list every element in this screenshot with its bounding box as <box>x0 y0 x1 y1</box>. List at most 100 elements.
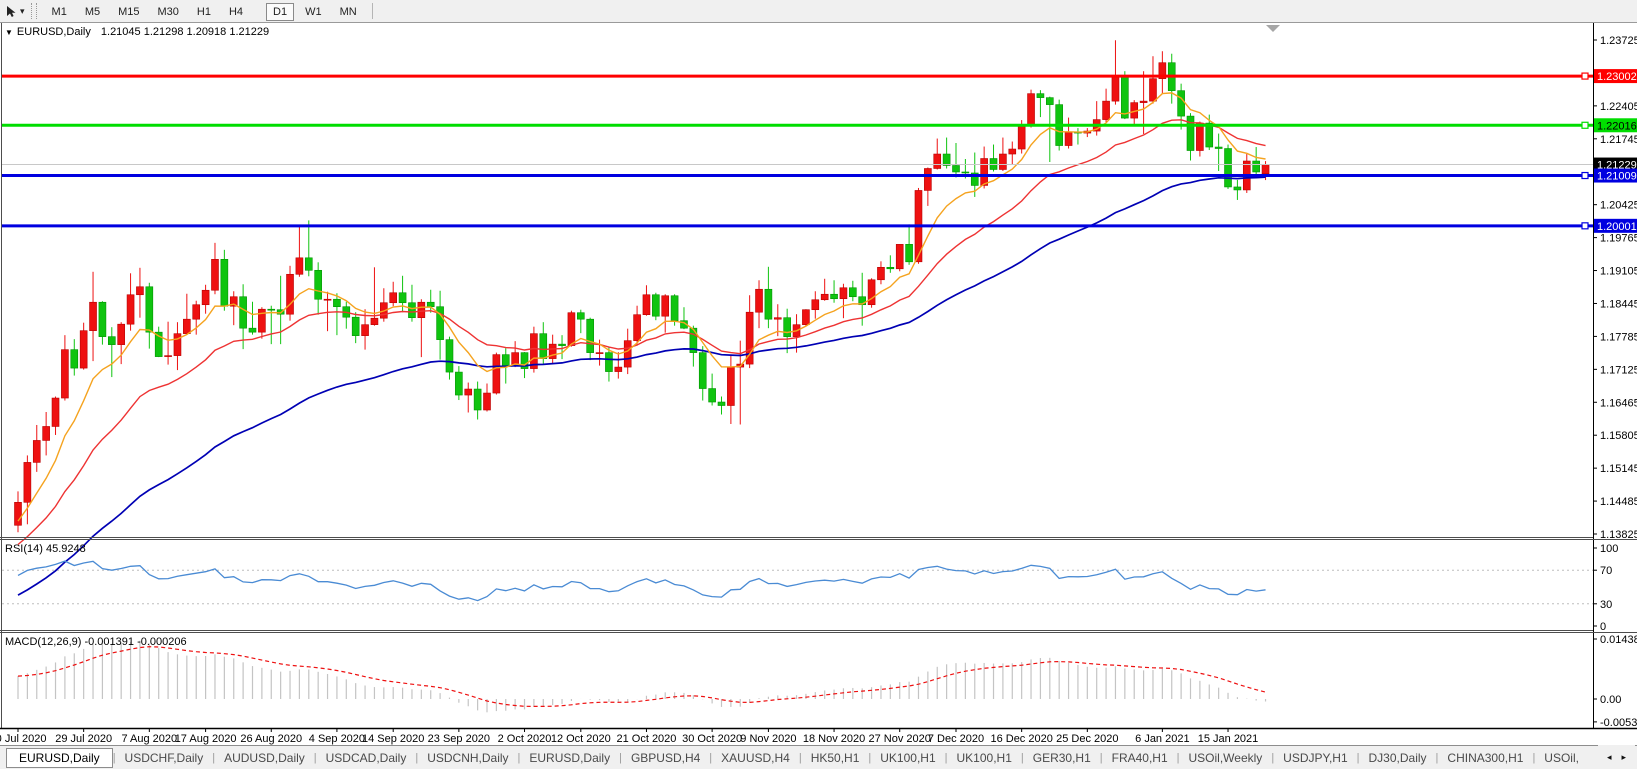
chart-tab-xauusd-h4[interactable]: XAUUSD,H4 <box>712 748 799 768</box>
date-axis-label: 7 Dec 2020 <box>928 733 984 745</box>
chart-tab-usdchf-daily[interactable]: USDCHF,Daily <box>116 748 213 768</box>
chart-tab-usoil-weekly[interactable]: USOil,Weekly <box>1180 748 1272 768</box>
candle-bull <box>371 318 378 324</box>
candle-bear <box>605 353 612 372</box>
timeframe-button-m15[interactable]: M15 <box>111 3 146 21</box>
price-axis-label: 1.16465 <box>1600 397 1637 409</box>
chart-tab-ger30-h1[interactable]: GER30,H1 <box>1024 748 1100 768</box>
hline-handle[interactable] <box>1582 223 1588 229</box>
chart-tab-eurusd-daily[interactable]: EURUSD,Daily <box>6 748 113 768</box>
date-axis-label: 18 Nov 2020 <box>803 733 865 745</box>
date-axis-label: 15 Jan 2021 <box>1198 733 1259 745</box>
cursor-tool-icon[interactable] <box>3 3 19 19</box>
candle-bull <box>33 440 40 462</box>
cursor-tool-dropdown-icon[interactable]: ▾ <box>20 6 25 17</box>
chart-tab-usdcad-daily[interactable]: USDCAD,Daily <box>317 748 416 768</box>
chart-tab-usdjpy-h1[interactable]: USDJPY,H1 <box>1274 748 1356 768</box>
candle-bull <box>211 259 218 290</box>
macd-axis-label: 0.014384 <box>1600 634 1637 646</box>
chart-tab-gbpusd-h4[interactable]: GBPUSD,H4 <box>622 748 709 768</box>
chart-tab-uk100-h1[interactable]: UK100,H1 <box>871 748 944 768</box>
candle-bull <box>1196 123 1203 150</box>
candle-bull <box>634 315 641 341</box>
hline-handle[interactable] <box>1582 122 1588 128</box>
price-axis-label: 1.15145 <box>1600 463 1637 475</box>
chart-tab-hk50-h1[interactable]: HK50,H1 <box>802 748 869 768</box>
chart-tab-fra40-h1[interactable]: FRA40,H1 <box>1103 748 1177 768</box>
candle-bull <box>418 302 425 317</box>
candle-bear <box>146 287 153 332</box>
chart-tab-eurusd-daily[interactable]: EURUSD,Daily <box>520 748 619 768</box>
timeframe-button-h1[interactable]: H1 <box>190 3 218 21</box>
candle-bear <box>502 355 509 366</box>
timeframe-button-m5[interactable]: M5 <box>78 3 107 21</box>
chart-canvas[interactable]: 1.237251.224051.217451.204251.197651.191… <box>0 0 1637 769</box>
candle-bear <box>718 402 725 405</box>
candle-bull <box>43 426 50 440</box>
hline-handle[interactable] <box>1582 73 1588 79</box>
date-axis-label: 29 Jul 2020 <box>55 733 112 745</box>
candle-bear <box>399 293 406 303</box>
price-axis-label: 1.19765 <box>1600 233 1637 245</box>
chart-title: ▼ EURUSD,Daily 1.21045 1.21298 1.20918 1… <box>5 26 269 38</box>
timeframe-button-m1[interactable]: M1 <box>45 3 74 21</box>
timeframe-button-d1[interactable]: D1 <box>266 3 294 21</box>
candle-bull <box>615 367 622 371</box>
chart-tab-usdcnh-daily[interactable]: USDCNH,Daily <box>418 748 517 768</box>
candle-bull <box>877 267 884 279</box>
chart-tab-china300-h1[interactable]: CHINA300,H1 <box>1438 748 1532 768</box>
candle-bull <box>662 296 669 316</box>
candle-bull <box>287 274 294 314</box>
candle-bull <box>1149 79 1156 101</box>
tab-scroll-right-icon[interactable]: ▸ <box>1616 752 1631 763</box>
candle-bear <box>1178 91 1185 116</box>
candle-bear <box>446 340 453 372</box>
date-axis-label: 17 Aug 2020 <box>175 733 237 745</box>
timeframe-button-w1[interactable]: W1 <box>298 3 329 21</box>
candle-bear <box>221 259 228 306</box>
chart-symbol-label: EURUSD,Daily <box>17 26 91 38</box>
ma-mid-line <box>18 120 1266 545</box>
macd-axis-label: -0.005396 <box>1600 717 1637 729</box>
timeframe-button-h4[interactable]: H4 <box>222 3 250 21</box>
candle-bull <box>624 341 631 367</box>
candle-bull <box>868 280 875 305</box>
candle-bear <box>906 244 913 261</box>
hline-handle[interactable] <box>1582 173 1588 179</box>
price-axis-label: 1.17785 <box>1600 331 1637 343</box>
chart-tab-dj30-daily[interactable]: DJ30,Daily <box>1360 748 1436 768</box>
chart-dropdown-icon[interactable]: ▼ <box>5 28 13 37</box>
candle-bull <box>362 325 369 336</box>
candle-bear <box>427 302 434 306</box>
date-axis-label: 21 Oct 2020 <box>616 733 676 745</box>
candle-bull <box>1262 165 1269 174</box>
chart-tab-audusd-daily[interactable]: AUDUSD,Daily <box>215 748 314 768</box>
candle-bull <box>981 159 988 186</box>
timeframe-button-mn[interactable]: MN <box>333 3 364 21</box>
candle-bear <box>831 294 838 298</box>
candle-bull <box>15 502 22 525</box>
hline-price-label: 1.20001 <box>1597 221 1637 233</box>
rsi-axis-label: 100 <box>1600 543 1618 555</box>
date-axis-label: 20 Jul 2020 <box>0 733 46 745</box>
candle-bull <box>1018 126 1025 149</box>
candle-bull <box>934 154 941 168</box>
date-axis-label: 23 Sep 2020 <box>428 733 490 745</box>
candle-bull <box>924 168 931 190</box>
candle-bull <box>1065 132 1072 145</box>
candle-bear <box>943 154 950 165</box>
chart-shift-marker-icon[interactable] <box>1266 25 1280 32</box>
candle-bull <box>24 462 31 502</box>
candle-bull <box>840 288 847 299</box>
ma-slow-line <box>18 177 1266 595</box>
candle-bull <box>127 295 134 324</box>
chart-tab-uk100-h1[interactable]: UK100,H1 <box>948 748 1021 768</box>
chart-tab-usoil-[interactable]: USOil, <box>1535 748 1588 768</box>
candle-bull <box>774 318 781 319</box>
candle-bear <box>305 258 312 270</box>
candle-bear <box>784 318 791 337</box>
candle-bear <box>474 389 481 410</box>
timeframe-button-m30[interactable]: M30 <box>151 3 186 21</box>
tab-scroll-left-icon[interactable]: ◂ <box>1602 752 1617 763</box>
price-axis-label: 1.21745 <box>1600 134 1637 146</box>
